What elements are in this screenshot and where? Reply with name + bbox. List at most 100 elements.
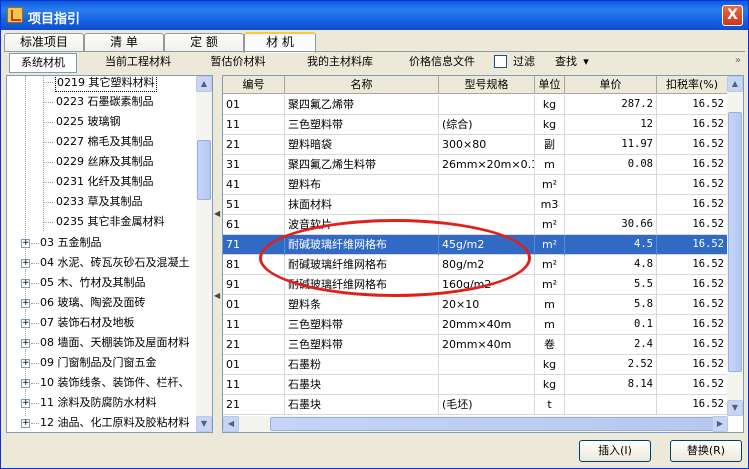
cell-unit[interactable]: m: [535, 315, 565, 335]
cell-spec[interactable]: [439, 375, 535, 395]
table-row[interactable]: 11 石墨块 kg 8.14 16.52: [223, 375, 728, 395]
cell-spec[interactable]: [439, 95, 535, 115]
collapse-left-icon[interactable]: ◀: [214, 209, 220, 218]
cell-name[interactable]: 耐碱玻璃纤维网格布: [285, 235, 439, 255]
col-header-code[interactable]: 编号: [223, 76, 285, 94]
cell-unit[interactable]: 卷: [535, 335, 565, 355]
table-row[interactable]: 21 石墨块 (毛坯) t 16.52: [223, 395, 728, 415]
cell-spec[interactable]: [439, 355, 535, 375]
cell-price[interactable]: [565, 175, 657, 195]
cell-code[interactable]: 01: [223, 95, 285, 115]
cell-price[interactable]: 5.5: [565, 275, 657, 295]
table-row[interactable]: 21 塑料暗袋 300×80 副 11.97 16.52: [223, 135, 728, 155]
cell-unit[interactable]: m²: [535, 175, 565, 195]
table-row[interactable]: 31 聚四氟乙烯生料带 26mm×20m×0.1 m 0.08 16.52: [223, 155, 728, 175]
scroll-down-icon[interactable]: ▼: [196, 416, 212, 432]
tab-materials[interactable]: 材 机: [244, 32, 316, 53]
cell-spec[interactable]: [439, 215, 535, 235]
cell-name[interactable]: 石墨粉: [285, 355, 439, 375]
cell-code[interactable]: 81: [223, 255, 285, 275]
materials-grid[interactable]: 编号 名称 型号规格 单位 单价 扣税率(%) 01 聚四氟乙烯带 kg 287.2 1…: [222, 75, 744, 433]
cell-tax[interactable]: 16.52: [657, 295, 728, 315]
cell-unit[interactable]: kg: [535, 355, 565, 375]
cell-unit[interactable]: kg: [535, 115, 565, 135]
cell-tax[interactable]: 16.52: [657, 155, 728, 175]
cell-spec[interactable]: (毛坯): [439, 395, 535, 415]
toolbar-provisional-price-materials[interactable]: 暂估价材料: [202, 53, 274, 73]
cell-tax[interactable]: 16.52: [657, 255, 728, 275]
replace-button[interactable]: 替换(R): [670, 440, 742, 462]
cell-unit[interactable]: 副: [535, 135, 565, 155]
scroll-up-icon[interactable]: ▲: [727, 76, 743, 92]
cell-spec[interactable]: [439, 195, 535, 215]
table-row[interactable]: 61 波音软片 m² 30.66 16.52: [223, 215, 728, 235]
cell-name[interactable]: 三色塑料带: [285, 315, 439, 335]
toolbar-system-materials[interactable]: 系统材机: [9, 53, 77, 73]
cell-code[interactable]: 21: [223, 335, 285, 355]
cell-code[interactable]: 41: [223, 175, 285, 195]
find-button[interactable]: 查找: [552, 53, 580, 73]
cell-price[interactable]: 5.8: [565, 295, 657, 315]
expand-icon[interactable]: +: [21, 319, 30, 328]
cell-spec[interactable]: 45g/m2: [439, 235, 535, 255]
close-button[interactable]: X: [722, 5, 743, 26]
scroll-up-icon[interactable]: ▲: [196, 76, 212, 92]
insert-button[interactable]: 插入(I): [579, 440, 651, 462]
expand-icon[interactable]: +: [21, 279, 30, 288]
cell-name[interactable]: 三色塑料带: [285, 115, 439, 135]
cell-name[interactable]: 耐碱玻璃纤维网格布: [285, 255, 439, 275]
cell-price[interactable]: 0.08: [565, 155, 657, 175]
cell-price[interactable]: [565, 195, 657, 215]
toolbar-current-project-materials[interactable]: 当前工程材料: [98, 53, 178, 73]
collapse-left-icon-2[interactable]: ◀: [214, 291, 220, 300]
expand-icon[interactable]: +: [21, 339, 30, 348]
cell-unit[interactable]: m: [535, 155, 565, 175]
col-header-spec[interactable]: 型号规格: [439, 76, 535, 94]
toolbar-my-main-materials[interactable]: 我的主材料库: [298, 53, 382, 73]
cell-price[interactable]: 0.1: [565, 315, 657, 335]
cell-unit[interactable]: kg: [535, 95, 565, 115]
cell-unit[interactable]: m3: [535, 195, 565, 215]
table-row[interactable]: 01 聚四氟乙烯带 kg 287.2 16.52: [223, 95, 728, 115]
cell-price[interactable]: 12: [565, 115, 657, 135]
cell-name[interactable]: 波音软片: [285, 215, 439, 235]
cell-tax[interactable]: 16.52: [657, 215, 728, 235]
cell-tax[interactable]: 16.52: [657, 275, 728, 295]
cell-tax[interactable]: 16.52: [657, 315, 728, 335]
expand-icon[interactable]: +: [21, 239, 30, 248]
expand-icon[interactable]: +: [21, 379, 30, 388]
table-row[interactable]: 51 抹面材料 m3 16.52: [223, 195, 728, 215]
table-row[interactable]: 91 耐碱玻璃纤维网格布 160g/m2 m² 5.5 16.52: [223, 275, 728, 295]
cell-name[interactable]: 石墨块: [285, 375, 439, 395]
scroll-left-icon[interactable]: ◀: [223, 416, 239, 432]
cell-code[interactable]: 91: [223, 275, 285, 295]
cell-spec[interactable]: 20mm×40m: [439, 315, 535, 335]
cell-name[interactable]: 塑料布: [285, 175, 439, 195]
cell-spec[interactable]: 26mm×20m×0.1: [439, 155, 535, 175]
table-row[interactable]: 81 耐碱玻璃纤维网格布 80g/m2 m² 4.8 16.52: [223, 255, 728, 275]
grid-horizontal-scrollbar[interactable]: ◀ ▶: [223, 416, 728, 432]
title-bar[interactable]: 项目指引 X: [1, 1, 748, 30]
scroll-thumb[interactable]: [728, 112, 742, 372]
table-row[interactable]: 11 三色塑料带 20mm×40m m 0.1 16.52: [223, 315, 728, 335]
col-header-unit[interactable]: 单位: [535, 76, 565, 94]
cell-price[interactable]: 2.4: [565, 335, 657, 355]
cell-name[interactable]: 抹面材料: [285, 195, 439, 215]
cell-spec[interactable]: 160g/m2: [439, 275, 535, 295]
cell-price[interactable]: 8.14: [565, 375, 657, 395]
table-row[interactable]: 41 塑料布 m² 16.52: [223, 175, 728, 195]
cell-tax[interactable]: 16.52: [657, 375, 728, 395]
cell-tax[interactable]: 16.52: [657, 135, 728, 155]
cell-price[interactable]: 2.52: [565, 355, 657, 375]
cell-code[interactable]: 11: [223, 375, 285, 395]
cell-code[interactable]: 71: [223, 235, 285, 255]
cell-spec[interactable]: 20mm×40m: [439, 335, 535, 355]
cell-spec[interactable]: 300×80: [439, 135, 535, 155]
table-row[interactable]: 11 三色塑料带 (综合) kg 12 16.52: [223, 115, 728, 135]
cell-code[interactable]: 01: [223, 295, 285, 315]
cell-name[interactable]: 三色塑料带: [285, 335, 439, 355]
scroll-thumb[interactable]: [197, 140, 211, 200]
expand-icon[interactable]: +: [21, 259, 30, 268]
cell-code[interactable]: 21: [223, 395, 285, 415]
cell-code[interactable]: 11: [223, 115, 285, 135]
